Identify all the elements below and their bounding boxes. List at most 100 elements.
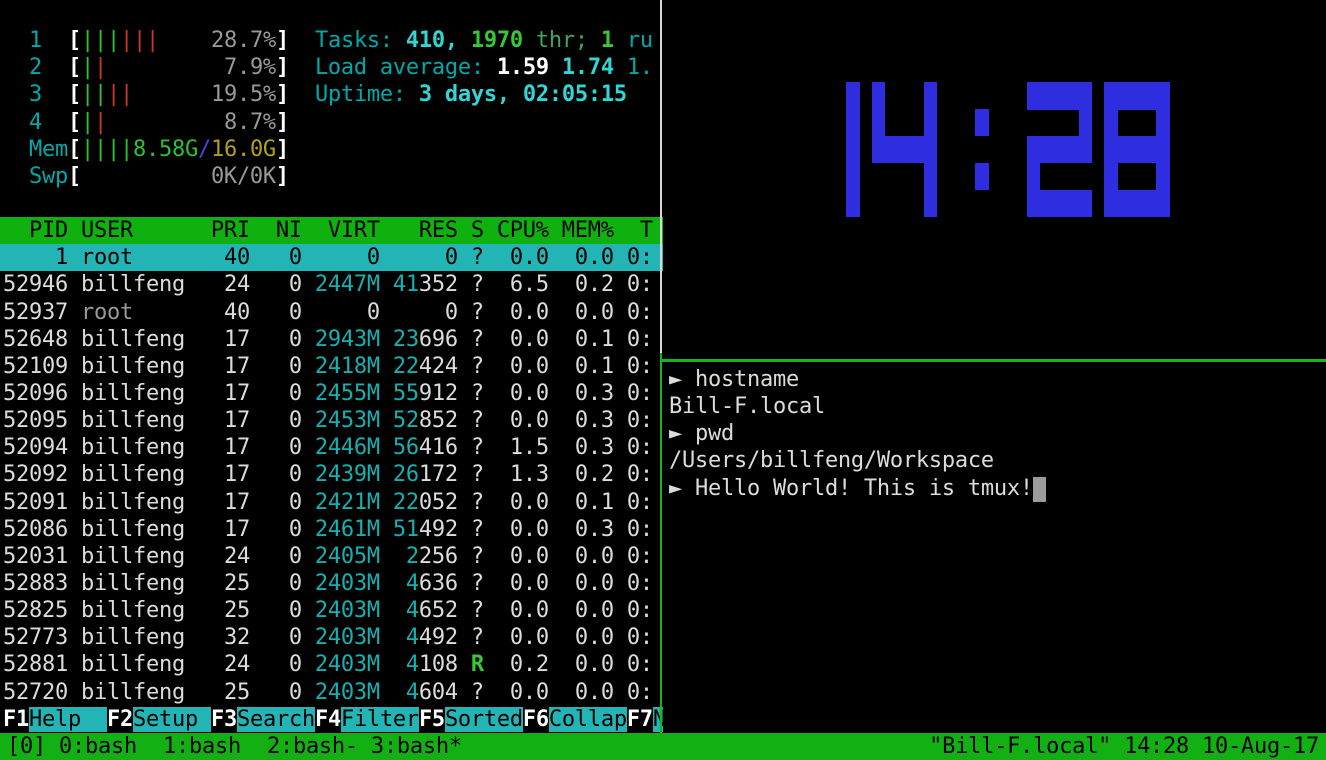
process-row[interactable]: 52883 billfeng 25 0 2403M 4636 ? 0.0 0.0… <box>0 570 663 597</box>
cursor-block <box>1033 477 1046 502</box>
process-row[interactable]: 52946 billfeng 24 0 2447M 41352 ? 6.5 0.… <box>0 271 663 298</box>
prompt-icon: ► <box>669 476 695 501</box>
status-session: [0] <box>7 734 59 759</box>
clock-digit-cell <box>1040 82 1054 110</box>
terminal-output-line: /Users/billfeng/Workspace <box>665 447 1326 474</box>
prompt-icon: ► <box>669 367 695 392</box>
clock-pane[interactable] <box>663 0 1326 359</box>
clock-digit-cell <box>1156 109 1170 137</box>
htop-meter-swp: Swp[ 0K/0K] <box>0 163 663 190</box>
terminal-command-line: ► hostname <box>665 366 1326 393</box>
fkey-f5[interactable]: F5 <box>419 707 445 732</box>
status-window-2[interactable]: 2:bash- <box>267 734 358 759</box>
clock-digit-cell <box>1143 136 1157 164</box>
clock-digit-cell <box>975 109 989 137</box>
clock-digit-cell <box>1130 190 1144 218</box>
htop-meter-2: 2 [|| 7.9%] Load average: 1.59 1.74 1. <box>0 54 663 81</box>
fkey-f4[interactable]: F4 <box>315 707 341 732</box>
clock-digit-cell <box>1027 190 1041 218</box>
fkey-f7[interactable]: F7 <box>627 707 653 732</box>
process-row[interactable]: 1 root 40 0 0 0 ? 0.0 0.0 0: <box>0 244 663 271</box>
fkey-f2[interactable]: F2 <box>107 707 133 732</box>
prompt-icon: ► <box>669 421 695 446</box>
fkey-label-f3[interactable]: Search <box>237 707 315 732</box>
fkey-f3[interactable]: F3 <box>211 707 237 732</box>
terminal-command-line: ► Hello World! This is tmux! <box>665 475 1326 502</box>
clock-digit-cell <box>911 136 925 164</box>
fkey-label-f5[interactable]: Sorted <box>445 707 523 732</box>
clock-digit-cell <box>1053 190 1067 218</box>
clock-digit-cell <box>1066 136 1080 164</box>
fkey-bar: F1Help F2Setup F3SearchF4FilterF5SortedF… <box>0 706 663 733</box>
htop-pane[interactable]: 1 [|||||| 28.7%] Tasks: 410, 1970 thr; 1… <box>0 0 663 733</box>
terminal-pane[interactable]: ► hostnameBill-F.local► pwd/Users/billfe… <box>665 366 1326 732</box>
clock-digit-cell <box>975 163 989 191</box>
fkey-f1[interactable]: F1 <box>3 707 29 732</box>
fkey-label-f1[interactable]: Help <box>29 707 107 732</box>
clock-digit-cell <box>924 109 938 137</box>
clock-digit-cell <box>846 82 860 110</box>
tmux-status-bar: [0] 0:bash 1:bash 2:bash- 3:bash* "Bill-… <box>0 733 1326 760</box>
clock-digit-cell <box>1104 109 1118 137</box>
clock-digit-cell <box>1156 82 1170 110</box>
process-row[interactable]: 52937 root 40 0 0 0 ? 0.0 0.0 0: <box>0 299 663 326</box>
clock-digit-cell <box>924 190 938 218</box>
pane-border-vertical <box>660 0 662 353</box>
process-row[interactable]: 52092 billfeng 17 0 2439M 26172 ? 1.3 0.… <box>0 461 663 488</box>
clock-digit-cell <box>1040 136 1054 164</box>
clock-digit-cell <box>1066 190 1080 218</box>
process-row[interactable]: 52881 billfeng 24 0 2403M 4108 R 0.2 0.0… <box>0 651 663 678</box>
htop-meter-mem: Mem[||||8.58G/16.0G] <box>0 136 663 163</box>
clock-digit-cell <box>1156 190 1170 218</box>
htop-blank-line <box>0 190 663 217</box>
clock-digit-cell <box>1066 82 1080 110</box>
clock-digit-cell <box>1027 163 1041 191</box>
clock-digit-cell <box>1027 136 1041 164</box>
fkey-label-f2[interactable]: Setup <box>133 707 211 732</box>
fkey-f6[interactable]: F6 <box>523 707 549 732</box>
process-row[interactable]: 52096 billfeng 17 0 2455M 55912 ? 0.0 0.… <box>0 380 663 407</box>
clock-digit-cell <box>846 109 860 137</box>
clock-digit-cell <box>846 163 860 191</box>
tmux-screen: 1 [|||||| 28.7%] Tasks: 410, 1970 thr; 1… <box>0 0 1326 760</box>
process-row[interactable]: 52773 billfeng 32 0 2403M 4492 ? 0.0 0.0… <box>0 624 663 651</box>
clock-digit-cell <box>1079 109 1093 137</box>
terminal-output-line: Bill-F.local <box>665 393 1326 420</box>
status-window-0[interactable]: 0:bash <box>59 734 137 759</box>
process-row[interactable]: 52086 billfeng 17 0 2461M 51492 ? 0.0 0.… <box>0 516 663 543</box>
clock-digit-cell <box>924 82 938 110</box>
htop-meter-3: 3 [|||| 19.5%] Uptime: 3 days, 02:05:15 <box>0 81 663 108</box>
clock-digit-cell <box>898 136 912 164</box>
htop-meter-1: 1 [|||||| 28.7%] Tasks: 410, 1970 thr; 1… <box>0 27 663 54</box>
clock-digit-cell <box>1104 82 1118 110</box>
fkey-label-f4[interactable]: Filter <box>341 707 419 732</box>
clock-digit-cell <box>846 136 860 164</box>
clock-digit-cell <box>1156 163 1170 191</box>
clock-digit-cell <box>1130 136 1144 164</box>
process-row[interactable]: 52109 billfeng 17 0 2418M 22424 ? 0.0 0.… <box>0 353 663 380</box>
clock-digit-cell <box>1117 136 1131 164</box>
process-row[interactable]: 52825 billfeng 25 0 2403M 4652 ? 0.0 0.0… <box>0 597 663 624</box>
process-row[interactable]: 52091 billfeng 17 0 2421M 22052 ? 0.0 0.… <box>0 489 663 516</box>
clock-digit-cell <box>1117 190 1131 218</box>
clock-digit-cell <box>1104 190 1118 218</box>
clock-digit-cell <box>1053 82 1067 110</box>
process-row[interactable]: 52031 billfeng 24 0 2405M 2256 ? 0.0 0.0… <box>0 543 663 570</box>
status-window-1[interactable]: 1:bash <box>163 734 241 759</box>
process-row[interactable]: 52720 billfeng 25 0 2403M 4604 ? 0.0 0.0… <box>0 679 663 706</box>
status-right: "Bill-F.local" 14:28 10-Aug-17 <box>929 733 1319 760</box>
process-row[interactable]: 52094 billfeng 17 0 2446M 56416 ? 1.5 0.… <box>0 434 663 461</box>
clock-digit-cell <box>1104 163 1118 191</box>
clock-digit-cell <box>872 109 886 137</box>
clock-digit-cell <box>872 136 886 164</box>
htop-meter-4: 4 [|| 8.7%] <box>0 109 663 136</box>
clock-digit-cell <box>924 136 938 164</box>
clock-digit-cell <box>1143 190 1157 218</box>
process-table-header[interactable]: PID USER PRI NI VIRT RES S CPU% MEM% T <box>0 217 663 244</box>
clock-digit-cell <box>872 82 886 110</box>
fkey-label-f6[interactable]: Collap <box>549 707 627 732</box>
status-window-3[interactable]: 3:bash* <box>371 734 462 759</box>
process-row[interactable]: 52095 billfeng 17 0 2453M 52852 ? 0.0 0.… <box>0 407 663 434</box>
process-row[interactable]: 52648 billfeng 17 0 2943M 23696 ? 0.0 0.… <box>0 326 663 353</box>
clock-digit-cell <box>1079 136 1093 164</box>
